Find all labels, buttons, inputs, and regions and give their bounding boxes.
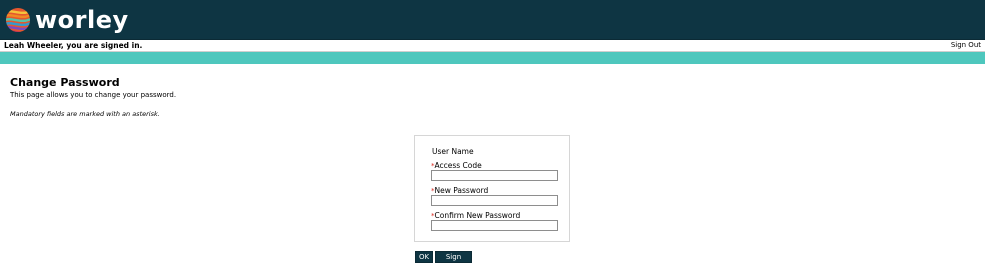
access-code-label-text: Access Code	[434, 161, 482, 170]
signed-in-status: Leah Wheeler, you are signed in.	[4, 41, 143, 50]
worley-globe-icon	[5, 7, 31, 33]
user-name-label: User Name	[432, 147, 474, 156]
mandatory-fields-note: Mandatory fields are marked with an aste…	[10, 110, 160, 118]
access-code-field[interactable]	[431, 170, 558, 181]
sign-out-button[interactable]: Sign Out	[435, 251, 472, 271]
ok-button[interactable]: OK	[415, 251, 433, 263]
confirm-password-label-text: Confirm New Password	[434, 211, 521, 220]
change-password-form: User Name *Access Code *New Password *Co…	[414, 135, 570, 242]
header-sign-out-link[interactable]: Sign Out	[951, 41, 981, 50]
signed-in-bar: Leah Wheeler, you are signed in. Sign Ou…	[0, 40, 985, 52]
page-description: This page allows you to change your pass…	[10, 91, 177, 99]
page-title: Change Password	[10, 76, 120, 89]
accent-band	[0, 52, 985, 64]
worley-logo[interactable]: worley	[5, 6, 129, 34]
logo-wordmark: worley	[35, 6, 129, 34]
new-password-field[interactable]	[431, 195, 558, 206]
confirm-password-field[interactable]	[431, 220, 558, 231]
new-password-label-text: New Password	[434, 186, 489, 195]
app-header: worley	[0, 0, 985, 40]
